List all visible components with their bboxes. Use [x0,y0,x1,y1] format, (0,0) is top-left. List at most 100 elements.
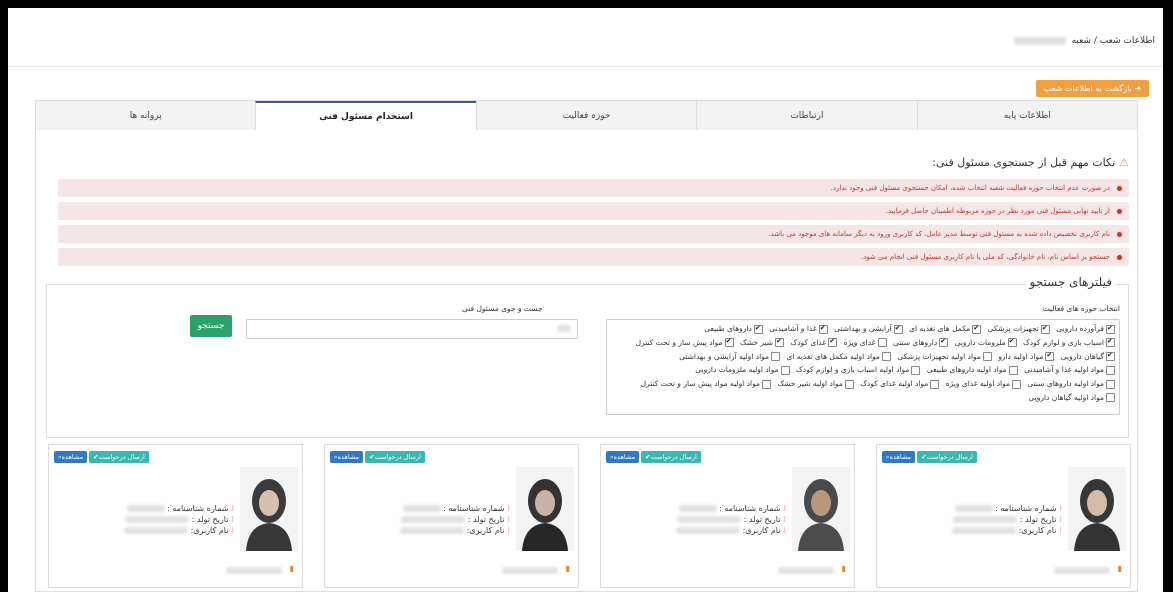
activity-checkbox-item[interactable]: مواد اولیه مکمل های تغذیه ای [786,352,891,362]
activity-checkbox-item[interactable]: مواد اولیه داروهای سنتی [1027,379,1115,389]
checkbox-checked-icon[interactable] [1045,349,1055,363]
send-request-button[interactable]: ✔ارسال درخواست [89,451,149,463]
tab-hire-technical-manager[interactable]: استخدام مسئول فنی [255,101,476,131]
checkbox-checked-icon[interactable] [1106,335,1115,349]
card-actions: ⌕مشاهده ✔ارسال درخواست [54,451,149,463]
breadcrumb-path[interactable]: اطلاعات شعب / شعبه [1072,36,1155,46]
checkbox-empty-icon[interactable] [1106,365,1115,375]
checkbox-empty-icon[interactable] [1012,379,1022,389]
id-number-row: ⁝شماره شناسنامه : [124,503,234,514]
activity-checkbox-item[interactable]: غذای کودک [790,335,838,349]
view-label: مشاهده [613,453,636,461]
search-label: جست و جوی مسئول فنی [462,304,543,313]
birth-date-row: ⁝تاریخ تولد : [400,514,510,525]
view-button[interactable]: ⌕مشاهده [882,451,916,463]
redacted-value [401,516,466,523]
note-item: جستجو بر اساس نام، نام خانوادگی، کد ملی … [58,248,1129,266]
activity-checkbox-item[interactable]: مواد اولیه مواد پیش ساز و تحت کنترل [641,379,771,389]
username-row: ⁝نام کاربری: [676,525,786,536]
checkbox-empty-icon[interactable] [844,379,854,389]
tab-basic-info[interactable]: اطلاعات پایه [916,101,1138,131]
redacted-name [778,567,834,574]
activity-checkbox-item[interactable]: فرآورده دارویی [1056,322,1115,335]
checkbox-empty-icon[interactable] [1106,379,1115,389]
username-label: نام کاربری: [742,526,781,535]
redacted-name [502,567,558,574]
activity-checkbox-item[interactable]: شیر خشک [740,335,785,349]
activity-checkbox-item[interactable]: مواد اولیه دارو [998,349,1055,363]
activity-checkbox-item[interactable]: مواد اولیه گیاهان دارویی [1028,393,1115,403]
search-button[interactable]: جستجو [190,315,232,337]
activity-checkbox-item[interactable]: تجهیزات پزشکی [988,322,1050,335]
tab-licenses[interactable]: پروانه ها [36,101,256,131]
activity-checkbox-item[interactable]: اسباب بازی و لوازم کودک [1023,335,1115,349]
tab-activity-scope[interactable]: حوزه فعالیت [475,101,697,131]
activity-checkbox-item[interactable]: داروهای سنتی [893,335,949,349]
checkbox-checked-icon[interactable] [775,335,785,349]
activity-label-text: مواد اولیه دارو [998,351,1044,361]
activity-checkbox-item[interactable]: مواد اولیه غذای کودک [860,379,940,389]
checkbox-empty-icon[interactable] [930,379,940,389]
checkbox-checked-icon[interactable] [724,335,734,349]
back-to-branches-button[interactable]: ➜ بازگشت به اطلاعات شعب [1035,80,1149,97]
checkbox-checked-icon[interactable] [753,322,763,335]
activity-checkbox-item[interactable]: غذای ویژه [844,338,887,348]
activity-checkbox-item[interactable]: داروهای طبیعی [704,322,763,335]
bookmark-icon: ▮ [289,564,294,573]
view-button[interactable]: ⌕مشاهده [330,451,364,463]
checkbox-empty-icon[interactable] [1106,393,1115,403]
send-request-button[interactable]: ✔ارسال درخواست [365,451,425,463]
activity-checkbox-item[interactable]: مکمل های تغذیه ای [909,322,982,335]
checkbox-empty-icon[interactable] [881,352,891,362]
tab-communications[interactable]: ارتباطات [696,101,917,131]
redacted-value [124,527,189,534]
search-input[interactable] [246,319,578,339]
activity-checkbox-item[interactable]: مواد اولیه غذای ویژه [946,379,1022,389]
checkbox-empty-icon[interactable] [911,365,921,375]
breadcrumb-branch-name-redacted [1013,36,1066,45]
activity-checkbox-item[interactable]: مواد اولیه تجهیزات پزشکی [897,352,992,362]
redacted-value [126,505,165,512]
activity-checkbox-item[interactable]: آرایشی و بهداشتی [834,322,903,335]
activity-checkbox-item[interactable]: مواد اولیه اسباب بازی و لوازم کودک [796,365,921,375]
checkbox-empty-icon[interactable] [771,352,781,362]
checkbox-checked-icon[interactable] [893,322,903,335]
send-request-label: ارسال درخواست [98,453,145,461]
avatar [240,467,298,551]
activity-checkbox-item[interactable]: مواد اولیه ملزومات دارویی [695,365,790,375]
view-button[interactable]: ⌕مشاهده [606,451,640,463]
avatar [516,467,574,551]
checkbox-checked-icon[interactable] [1040,322,1050,335]
activity-checkbox-item[interactable]: مواد اولیه شیر خشک [777,379,854,389]
username-label: نام کاربری: [466,526,505,535]
checkbox-checked-icon[interactable] [828,335,838,349]
checkbox-checked-icon[interactable] [1106,349,1115,363]
checkbox-empty-icon[interactable] [1008,365,1018,375]
checkbox-checked-icon[interactable] [939,335,949,349]
id-number-label: شماره شناسنامه : [719,504,781,513]
activity-checkbox-item[interactable]: غذا و آشامیدنی [769,322,828,335]
checkbox-checked-icon[interactable] [818,322,828,335]
bookmark-icon: ▮ [841,564,846,573]
filters-legend: فیلترهای جستجو [1025,275,1116,289]
activity-checkbox-item[interactable]: گیاهان دارویی [1061,349,1115,363]
checkbox-empty-icon[interactable] [780,365,790,375]
checkbox-empty-icon[interactable] [761,379,771,389]
checkbox-empty-icon[interactable] [877,338,887,348]
activity-label-text: مواد اولیه اسباب بازی و لوازم کودک [796,365,910,375]
info-icon: ⁝ [231,515,234,524]
activity-checkbox-item[interactable]: مواد اولیه داروهای طبیعی [927,365,1018,375]
activity-checkbox-item[interactable]: مواد اولیه آرایشی و بهداشتی [679,352,781,362]
activity-checkbox-item[interactable]: مواد پیش ساز و تحت کنترل [636,335,734,349]
activity-checkbox-item[interactable]: ملزومات دارویی [955,335,1017,349]
send-request-button[interactable]: ✔ارسال درخواست [917,451,977,463]
checkbox-checked-icon[interactable] [1106,322,1115,335]
checkbox-checked-icon[interactable] [1007,335,1017,349]
activity-checkbox-item[interactable]: مواد اولیه غذا و آشامیدنی [1024,365,1115,375]
view-button[interactable]: ⌕مشاهده [54,451,88,463]
checkbox-checked-icon[interactable] [972,322,982,335]
send-request-button[interactable]: ✔ارسال درخواست [641,451,701,463]
checkbox-empty-icon[interactable] [982,352,992,362]
redacted-value [125,516,190,523]
id-number-label: شماره شناسنامه : [443,504,505,513]
